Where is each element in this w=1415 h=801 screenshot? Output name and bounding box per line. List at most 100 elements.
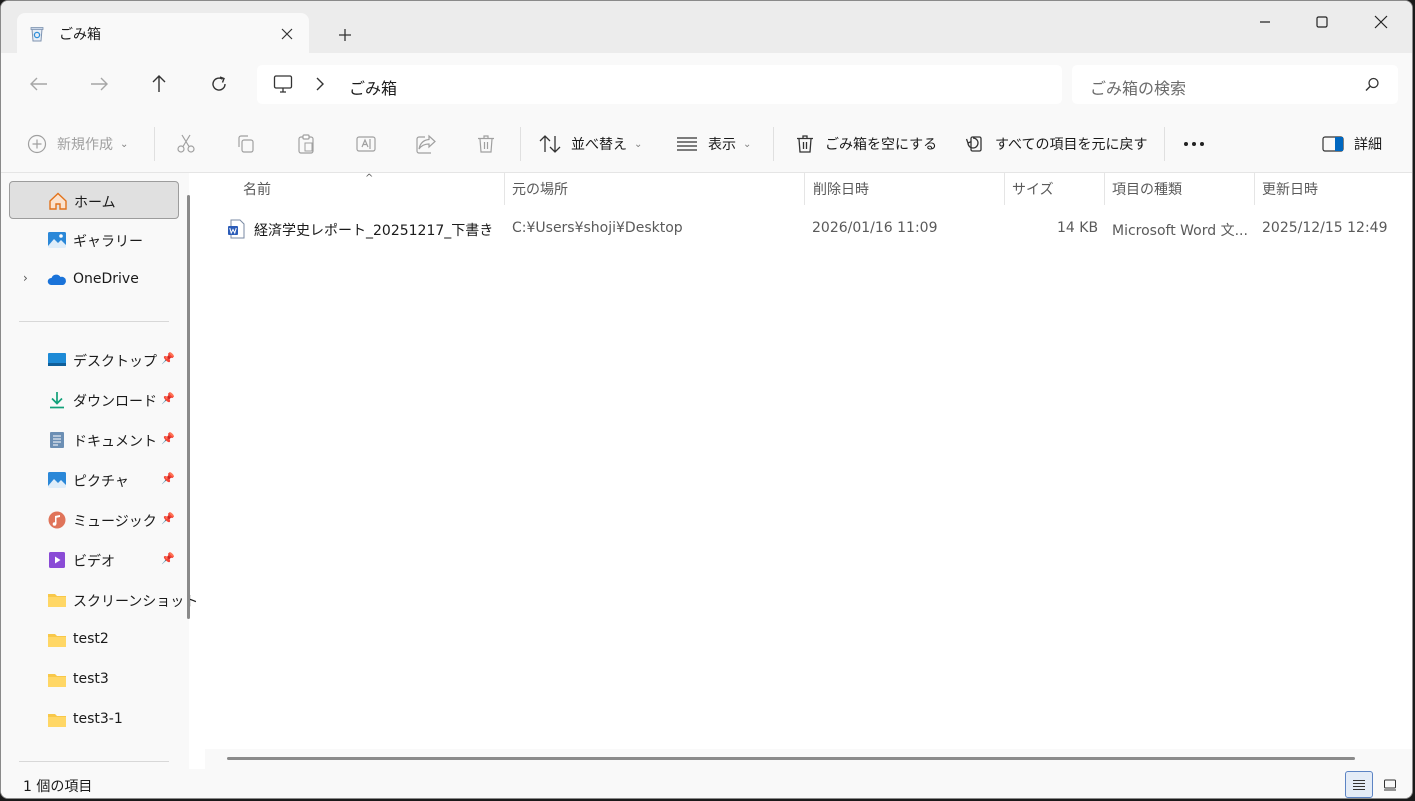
details-view-button[interactable]: [1345, 771, 1373, 798]
view-label: 表示: [708, 137, 736, 153]
sort-button[interactable]: 並べ替え ⌄: [539, 127, 642, 161]
pin-icon[interactable]: 📌: [161, 512, 175, 525]
column-header-date-deleted[interactable]: 削除日時: [813, 173, 869, 205]
minimize-button[interactable]: [1236, 1, 1294, 43]
refresh-icon: [212, 76, 226, 91]
sidebar-item-label: test3: [73, 671, 109, 687]
refresh-button[interactable]: [201, 67, 237, 101]
pin-icon[interactable]: 📌: [161, 392, 175, 405]
up-button[interactable]: [141, 67, 177, 101]
tiles-view-button[interactable]: [1376, 771, 1404, 798]
maximize-button[interactable]: [1293, 1, 1351, 43]
sidebar-item-downloads[interactable]: ダウンロード 📌: [9, 381, 179, 419]
column-header-original-location[interactable]: 元の場所: [512, 173, 568, 205]
scissors-icon: [177, 134, 195, 153]
sidebar-item-screenshots[interactable]: スクリーンショット: [9, 581, 198, 619]
restore-icon: [965, 136, 982, 152]
sidebar-item-music[interactable]: ミュージック 📌: [9, 501, 179, 539]
back-button[interactable]: [21, 67, 57, 101]
date-modified: 2025/12/15 12:49: [1262, 220, 1388, 236]
sidebar-item-label: test2: [73, 631, 109, 647]
sidebar-item-test3[interactable]: test3: [9, 661, 179, 699]
sidebar-item-desktop[interactable]: デスクトップ 📌: [9, 341, 179, 379]
ellipsis-icon: [1184, 142, 1204, 146]
arrow-right-icon: [91, 77, 108, 91]
column-header-size[interactable]: サイズ: [1012, 173, 1054, 205]
cut-button[interactable]: [176, 127, 196, 161]
details-pane-button[interactable]: 詳細: [1322, 127, 1382, 161]
new-button[interactable]: 新規作成 ⌄: [27, 127, 128, 161]
details-pane-icon: [1322, 136, 1344, 152]
sidebar-item-label: ミュージック: [73, 514, 157, 530]
share-button[interactable]: [416, 127, 436, 161]
column-divider[interactable]: [1254, 173, 1255, 205]
sidebar-item-onedrive[interactable]: › OneDrive: [9, 261, 179, 299]
sidebar-item-label: test3-1: [73, 711, 123, 727]
divider: [773, 127, 774, 161]
sidebar-item-home[interactable]: ホーム: [9, 181, 179, 219]
search-input[interactable]: ごみ箱の検索: [1090, 75, 1186, 99]
pin-icon[interactable]: 📌: [161, 352, 175, 365]
chevron-right-icon[interactable]: [315, 76, 325, 92]
divider: [19, 321, 169, 322]
column-header-date-modified[interactable]: 更新日時: [1262, 173, 1318, 205]
more-options-button[interactable]: [1183, 127, 1205, 161]
sidebar-item-label: デスクトップ: [73, 354, 157, 370]
status-bar: 1 個の項目: [1, 769, 1412, 798]
word-document-icon: [228, 219, 245, 239]
gallery-icon: [48, 232, 66, 248]
restore-all-button[interactable]: すべての項目を元に戻す: [965, 127, 1147, 161]
sidebar-scrollbar[interactable]: [187, 195, 190, 619]
sidebar-item-videos[interactable]: ビデオ 📌: [9, 541, 179, 579]
chevron-down-icon: ⌄: [634, 138, 643, 150]
column-divider[interactable]: [804, 173, 805, 205]
divider: [520, 127, 521, 161]
item-count: 1 個の項目: [23, 779, 93, 795]
sidebar-item-test3-1[interactable]: test3-1: [9, 701, 179, 739]
paste-button[interactable]: [296, 127, 316, 161]
folder-icon: [48, 594, 66, 607]
sidebar-item-test2[interactable]: test2: [9, 621, 179, 659]
sidebar-item-gallery[interactable]: ギャラリー: [9, 221, 179, 259]
delete-button[interactable]: [476, 127, 496, 161]
share-icon: [416, 134, 436, 154]
trash-icon: [478, 135, 494, 153]
search-box[interactable]: ごみ箱の検索: [1072, 65, 1398, 104]
column-header-name[interactable]: 名前: [243, 173, 271, 205]
column-header-item-type[interactable]: 項目の種類: [1112, 173, 1182, 205]
close-tab-button[interactable]: [275, 22, 299, 46]
horizontal-scrollbar[interactable]: [227, 757, 1355, 760]
pin-icon[interactable]: 📌: [161, 472, 175, 485]
chevron-down-icon: ⌄: [120, 138, 129, 150]
file-size: 14 KB: [1057, 220, 1099, 236]
rename-button[interactable]: [356, 127, 376, 161]
arrow-up-icon: [152, 75, 166, 92]
music-icon: [48, 511, 66, 529]
chevron-right-icon[interactable]: ›: [23, 271, 28, 285]
sidebar-item-documents[interactable]: ドキュメント 📌: [9, 421, 179, 459]
new-tab-button[interactable]: [331, 21, 359, 49]
sort-icon: [539, 135, 561, 153]
view-button[interactable]: 表示 ⌄: [676, 127, 751, 161]
copy-button[interactable]: [236, 127, 256, 161]
sidebar-item-pictures[interactable]: ピクチャ 📌: [9, 461, 179, 499]
column-divider[interactable]: [1104, 173, 1105, 205]
folder-icon: [48, 634, 66, 647]
close-window-button[interactable]: [1352, 1, 1410, 43]
sidebar-item-label: ドキュメント: [73, 434, 157, 450]
pin-icon[interactable]: 📌: [161, 432, 175, 445]
table-row[interactable]: 経済学史レポート_20251217_下書き C:¥Users¥shoji¥Des…: [219, 211, 1399, 247]
pin-icon[interactable]: 📌: [161, 552, 175, 565]
empty-recycle-bin-button[interactable]: ごみ箱を空にする: [795, 127, 937, 161]
empty-bin-label: ごみ箱を空にする: [825, 137, 938, 153]
search-icon[interactable]: [1365, 77, 1380, 92]
forward-button[interactable]: [81, 67, 117, 101]
restore-all-label: すべての項目を元に戻す: [995, 137, 1148, 153]
file-name[interactable]: 経済学史レポート_20251217_下書き: [254, 220, 493, 240]
column-divider[interactable]: [504, 173, 505, 205]
tab-recycle-bin[interactable]: ごみ箱: [17, 13, 309, 54]
address-bar[interactable]: ごみ箱: [257, 65, 1062, 104]
column-divider[interactable]: [1004, 173, 1005, 205]
breadcrumb-recycle-bin[interactable]: ごみ箱: [349, 75, 397, 99]
file-list: ^ 名前 元の場所 削除日時 サイズ 項目の種類 更新日時 経済学史レポート_2…: [205, 173, 1412, 769]
